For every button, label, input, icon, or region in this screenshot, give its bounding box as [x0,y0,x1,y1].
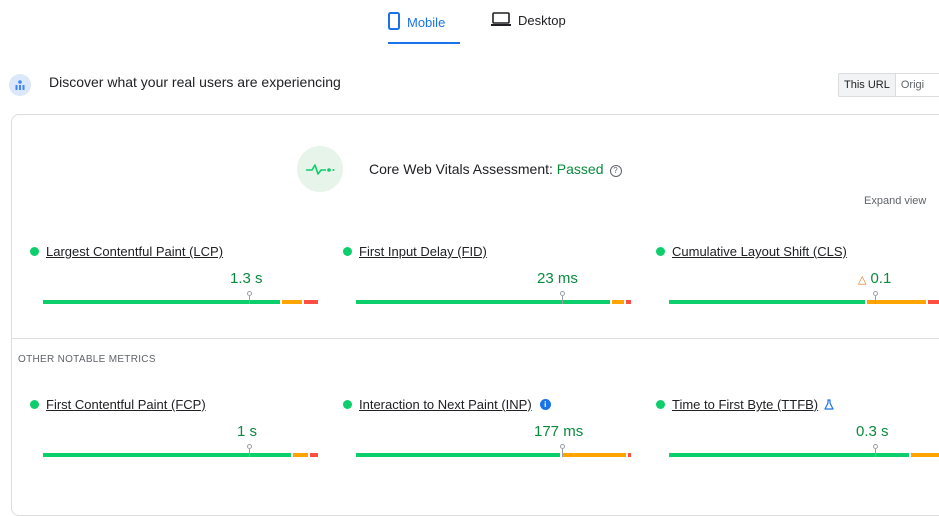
metric-fcp-distribution-bar [43,453,318,457]
p75-tick [875,449,876,457]
good-segment [43,453,291,457]
assessment-title: Core Web Vitals Assessment: Passed? [369,161,622,177]
good-segment [43,300,280,304]
good-segment [356,300,610,304]
help-icon[interactable]: ? [610,165,622,177]
poor-segment [928,300,939,304]
poor-segment [304,300,318,304]
good-segment [669,300,865,304]
info-icon[interactable]: i [540,399,551,410]
field-data-title: Discover what your real users are experi… [49,74,341,90]
metric-cls-value-text: 0.1 [870,270,891,287]
p75-marker [247,444,252,449]
url-origin-toggle[interactable]: This URL Origi [838,73,939,97]
good-segment [669,453,909,457]
p75-tick [249,296,250,304]
poor-segment [626,300,632,304]
tab-desktop-label: Desktop [518,13,566,28]
this-url-button[interactable]: This URL [839,74,896,96]
mobile-icon [388,12,400,33]
metric-lcp-distribution-bar [43,300,318,304]
poor-segment [310,453,318,457]
origin-button[interactable]: Origi [896,74,929,96]
metric-inp-link[interactable]: Interaction to Next Paint (INP) [359,397,532,412]
good-status-dot [30,247,39,256]
p75-tick [562,449,563,457]
good-status-dot [343,400,352,409]
metric-fid-distribution-bar [356,300,631,304]
other-metrics-heading: OTHER NOTABLE METRICS [18,354,156,365]
metric-fid-value: 23 ms [537,270,578,287]
needs-improvement-segment [867,300,926,304]
metric-cls-distribution-bar [669,300,939,304]
tab-mobile-label: Mobile [407,15,445,30]
desktop-icon [491,12,511,29]
good-segment [356,453,560,457]
metric-inp-value: 177 ms [534,423,583,440]
p75-marker [873,291,878,296]
metric-cls-value: △ 0.1 [858,270,891,287]
poor-segment [628,453,631,457]
needs-improvement-segment [293,453,308,457]
needs-improvement-segment [911,453,939,457]
good-status-dot [30,400,39,409]
metric-ttfb-value: 0.3 s [856,423,889,440]
p75-tick [249,449,250,457]
expand-view-link[interactable]: Expand view [864,195,926,207]
p75-marker [560,291,565,296]
needs-improvement-segment [562,453,626,457]
good-status-dot [343,247,352,256]
metric-cls-link[interactable]: Cumulative Layout Shift (CLS) [672,244,847,259]
good-status-dot [656,247,665,256]
metric-ttfb-link[interactable]: Time to First Byte (TTFB) [672,397,818,412]
metric-fcp-link[interactable]: First Contentful Paint (FCP) [46,397,206,412]
good-status-dot [656,400,665,409]
experimental-flask-icon[interactable] [824,399,834,410]
metric-fid-link[interactable]: First Input Delay (FID) [359,244,487,259]
p75-marker [560,444,565,449]
assessment-status: Passed [557,161,604,177]
p75-tick [875,296,876,304]
active-tab-indicator [388,42,460,44]
warning-triangle-icon: △ [858,274,866,286]
p75-marker [873,444,878,449]
metric-ttfb-distribution-bar [669,453,939,457]
metric-fcp-value: 1 s [237,423,257,440]
metric-inp-distribution-bar [356,453,631,457]
section-divider [11,338,939,339]
metric-lcp-value: 1.3 s [230,270,263,287]
needs-improvement-segment [282,300,302,304]
assessment-label: Core Web Vitals Assessment: [369,161,557,177]
pulse-icon [297,146,343,192]
p75-marker [247,291,252,296]
tab-mobile[interactable]: Mobile [388,12,445,33]
needs-improvement-segment [612,300,624,304]
field-data-icon [9,74,31,96]
tab-desktop[interactable]: Desktop [491,12,566,29]
metric-lcp-link[interactable]: Largest Contentful Paint (LCP) [46,244,223,259]
p75-tick [562,296,563,304]
